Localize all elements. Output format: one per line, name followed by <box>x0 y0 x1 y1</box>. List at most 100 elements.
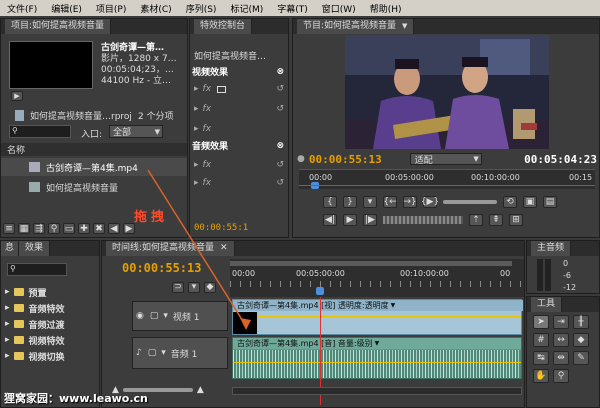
video-clip[interactable]: 古剑奇谭—第4集.mp4 [视] 透明度:透明度 ▼ <box>232 299 523 335</box>
delete-icon[interactable]: ✖ <box>93 223 105 234</box>
timeline-timecode[interactable]: 00:00:55:13 <box>122 261 201 275</box>
rolling-edit-tool-icon[interactable]: # <box>533 333 549 347</box>
zoom-tool-icon[interactable]: ⚲ <box>553 369 569 383</box>
opacity-rubberband[interactable] <box>257 316 521 317</box>
goto-in-icon[interactable]: {← <box>383 196 397 208</box>
step-forward-icon[interactable]: |▶ <box>363 214 377 226</box>
menu-project[interactable]: 项目(P) <box>89 2 133 15</box>
step-back-icon[interactable]: ◀| <box>323 214 337 226</box>
set-out-icon[interactable]: } <box>343 196 357 208</box>
expand-icon[interactable]: ▾ <box>161 311 170 321</box>
marker-icon[interactable]: ▾ <box>188 281 200 293</box>
timeline-playhead[interactable] <box>316 287 324 295</box>
track-select-tool-icon[interactable]: ⇥ <box>553 315 569 329</box>
hand-tool-icon[interactable]: ✋ <box>533 369 549 383</box>
slip-tool-icon[interactable]: ↹ <box>533 351 549 365</box>
menu-edit[interactable]: 编辑(E) <box>44 2 89 15</box>
timeline-scrollbar[interactable] <box>232 387 522 395</box>
effect-timecode[interactable]: 00:00:55:1 <box>194 223 248 233</box>
slide-tool-icon[interactable]: ⇹ <box>553 351 569 365</box>
zoom-in-icon[interactable]: ▲ <box>197 385 204 395</box>
work-area-bar[interactable] <box>230 261 512 266</box>
tab-tools[interactable]: 工具 <box>531 297 563 312</box>
channel-volume-row[interactable]: ▸ fx ↺ <box>194 177 288 189</box>
folder-audio-effects[interactable]: ▸ 音频特效 <box>5 301 99 315</box>
add-marker-icon[interactable]: ◆ <box>204 281 216 293</box>
pen-tool-icon[interactable]: ✎ <box>573 351 589 365</box>
timeline-ruler[interactable]: 00:00 00:05:00:00 00:10:00:00 00 <box>230 259 524 297</box>
folder-video-transitions[interactable]: ▸ 视频切换 <box>5 349 99 363</box>
effects-search-input[interactable]: ⚲ <box>7 263 67 276</box>
expand-icon[interactable]: ▾ <box>159 348 168 358</box>
output-icon[interactable]: ▤ <box>543 196 557 208</box>
reset-icon[interactable]: ↺ <box>276 84 288 94</box>
tab-effect-controls[interactable]: 特效控制台 <box>194 19 253 34</box>
close-icon[interactable]: ✕ <box>220 241 228 256</box>
goto-out-icon[interactable]: →} <box>403 196 417 208</box>
new-bin-icon[interactable]: ▭ <box>63 223 75 234</box>
menu-window[interactable]: 窗口(W) <box>315 2 363 15</box>
eye-icon[interactable]: ◉ <box>133 311 147 321</box>
selection-tool-icon[interactable]: ➤ <box>533 315 549 329</box>
audio-clip[interactable]: 古剑奇谭—第4集.mp4 [音] 音量:级别 ▼ <box>232 337 522 379</box>
program-time-ruler[interactable]: 00:00 00:05:00:00 00:10:00:00 00:15 <box>299 169 595 189</box>
razor-tool-icon[interactable]: ◆ <box>573 333 589 347</box>
tab-project[interactable]: 项目:如何提高视频音量 <box>5 19 112 34</box>
folder-audio-transitions[interactable]: ▸ 音频过渡 <box>5 317 99 331</box>
lock-icon[interactable]: ▢ <box>147 311 162 321</box>
reset-icon[interactable]: ↺ <box>276 160 288 170</box>
audio-effects-header[interactable]: 音频效果 ⊗ <box>192 139 288 153</box>
play-in-out-icon[interactable]: {▶} <box>421 196 439 208</box>
play-thumbnail-button[interactable]: ▶ <box>11 91 23 101</box>
set-in-icon[interactable]: { <box>323 196 337 208</box>
reset-icon[interactable]: ↺ <box>276 178 288 188</box>
menu-help[interactable]: 帮助(H) <box>363 2 409 15</box>
rate-stretch-tool-icon[interactable]: ↔ <box>553 333 569 347</box>
set-marker-icon[interactable]: ▾ <box>363 196 377 208</box>
project-item-clip[interactable]: 古剑奇谭—第4集.mp4 <box>1 158 187 176</box>
motion-effect-row[interactable]: ▸ fx ↺ <box>194 83 288 95</box>
tab-info[interactable]: 息 <box>1 241 20 256</box>
ripple-edit-tool-icon[interactable]: ╫ <box>573 315 589 329</box>
list-view-icon[interactable]: ≡ <box>3 223 15 234</box>
name-column-header[interactable]: 名称 <box>1 143 187 156</box>
lift-icon[interactable]: ⇡ <box>469 214 483 226</box>
reset-icon[interactable]: ↺ <box>276 104 288 114</box>
speaker-icon[interactable]: ♪ <box>133 348 145 358</box>
shuttle-slider[interactable] <box>443 200 497 204</box>
find-icon[interactable]: ⚲ <box>48 223 60 234</box>
volume-effect-row[interactable]: ▸ fx ↺ <box>194 159 288 171</box>
loop-icon[interactable]: ⟲ <box>503 196 517 208</box>
project-search-input[interactable]: ⚲ <box>9 125 71 138</box>
tab-effects[interactable]: 效果 <box>19 241 51 256</box>
menu-title[interactable]: 字幕(T) <box>270 2 315 15</box>
video-effects-header[interactable]: 视频效果 ⊗ <box>192 65 288 79</box>
menu-file[interactable]: 文件(F) <box>0 2 44 15</box>
menu-sequence[interactable]: 序列(S) <box>179 2 224 15</box>
scroll-left-icon[interactable]: ◀ <box>108 223 120 234</box>
project-item-sequence[interactable]: 如何提高视频音量 <box>1 178 187 196</box>
tab-timeline[interactable]: 时间线:如何提高视频音量 ✕ <box>106 241 235 256</box>
safe-margins-icon[interactable]: ▣ <box>523 196 537 208</box>
volume-rubberband[interactable] <box>233 362 521 363</box>
entry-select[interactable]: 全部 ▼ <box>109 125 163 138</box>
play-icon[interactable]: ▶ <box>343 214 357 226</box>
automate-icon[interactable]: ⇶ <box>33 223 45 234</box>
extract-icon[interactable]: ⇞ <box>489 214 503 226</box>
jog-wheel[interactable] <box>383 216 463 224</box>
tab-program[interactable]: 节目:如何提高视频音量 ▼ <box>297 19 415 34</box>
program-timecode[interactable]: 00:00:55:13 <box>309 153 382 166</box>
menu-clip[interactable]: 素材(C) <box>133 2 178 15</box>
opacity-effect-row[interactable]: ▸ fx ↺ <box>194 103 288 115</box>
tab-master-audio[interactable]: 主音频 <box>531 241 572 256</box>
new-item-icon[interactable]: ✚ <box>78 223 90 234</box>
time-remap-row[interactable]: ▸ fx <box>194 123 288 135</box>
icon-view-icon[interactable]: ▦ <box>18 223 30 234</box>
folder-presets[interactable]: ▸ 预置 <box>5 285 99 299</box>
lock-icon[interactable]: ▢ <box>145 348 160 358</box>
fit-select[interactable]: 适配 ▼ <box>409 153 482 165</box>
snap-icon[interactable]: ⊃ <box>172 281 184 293</box>
trim-icon[interactable]: ⊞ <box>509 214 523 226</box>
folder-video-effects[interactable]: ▸ 视频特效 <box>5 333 99 347</box>
menu-marker[interactable]: 标记(M) <box>223 2 270 15</box>
